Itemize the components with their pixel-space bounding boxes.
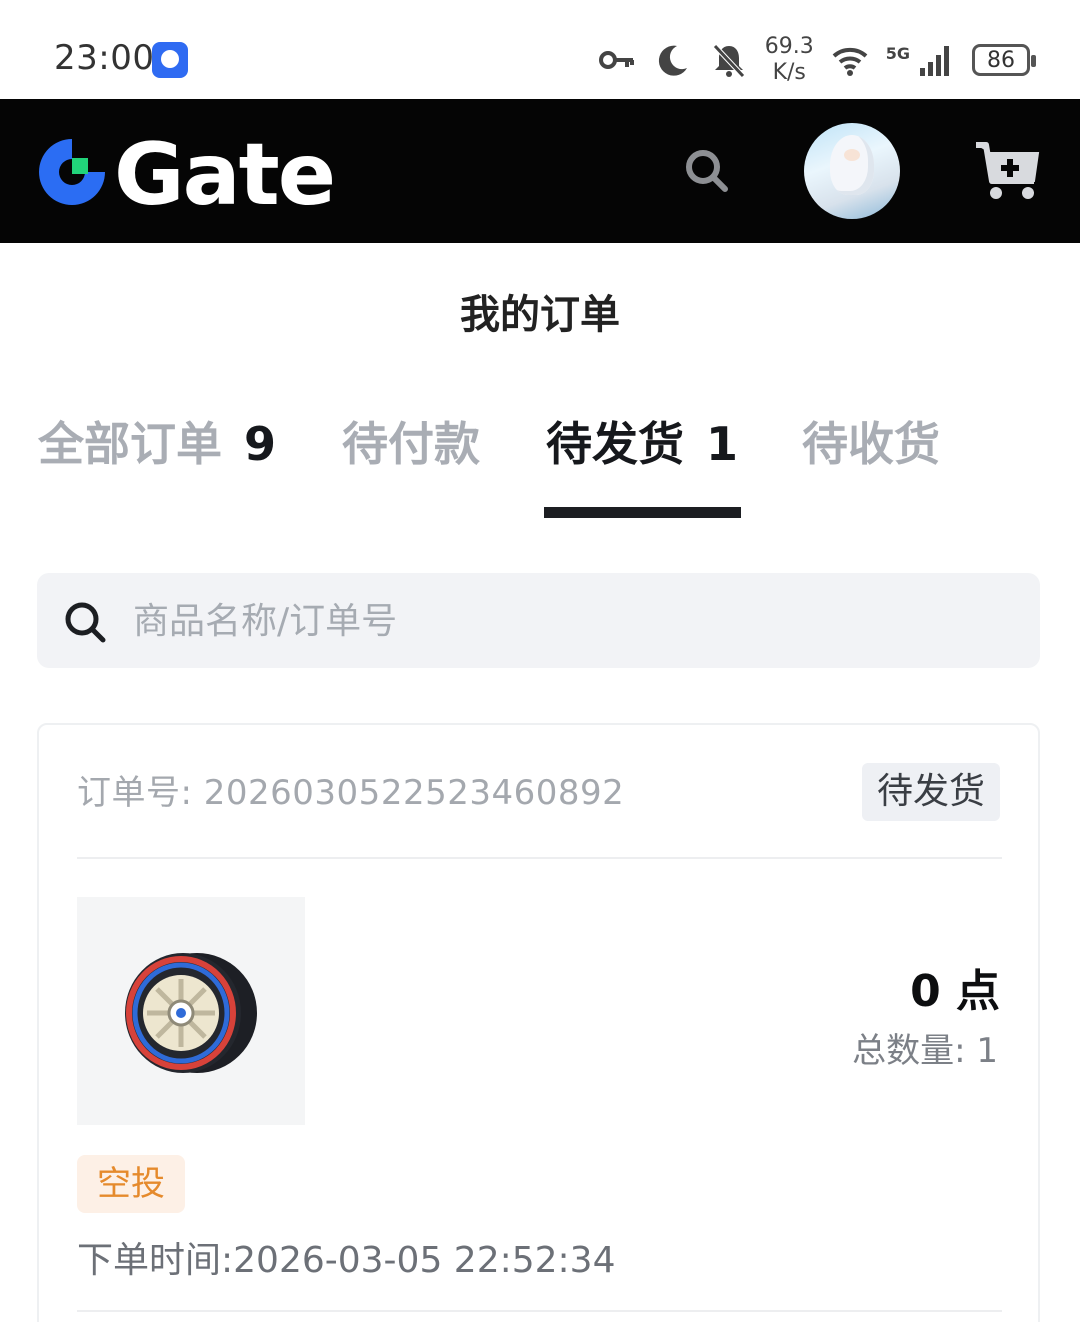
tab-pending-shipment[interactable]: 待发货 1 <box>546 408 738 474</box>
key-icon <box>598 51 634 69</box>
tab-pending-payment-label: 待付款 <box>342 417 480 471</box>
airdrop-tag: 空投 <box>77 1155 185 1213</box>
tab-pending-receipt[interactable]: 待收货 <box>802 408 940 474</box>
tab-pending-shipment-label: 待发货 <box>546 417 684 471</box>
battery-indicator: 86 <box>972 44 1036 76</box>
wifi-icon <box>832 47 868 76</box>
moon-icon <box>658 45 687 76</box>
tab-all-orders-label: 全部订单 <box>38 417 222 471</box>
app-header: Gate <box>0 99 1080 243</box>
card-divider <box>77 857 1002 859</box>
order-card[interactable]: 订单号: 2026030522523460892 待发货 0 点 总数量: 1 … <box>37 723 1040 1322</box>
order-quantity: 总数量: 1 <box>852 1031 998 1071</box>
order-number: 订单号: 2026030522523460892 <box>77 773 625 813</box>
user-avatar[interactable] <box>804 123 900 219</box>
signal-icon <box>920 46 949 76</box>
cart-icon[interactable] <box>974 139 1042 201</box>
card-divider-bottom <box>77 1310 1002 1312</box>
network-speed-unit: K/s <box>772 60 806 85</box>
search-input[interactable] <box>133 589 1013 653</box>
gate-logo-icon[interactable] <box>35 135 109 209</box>
status-icons: 69.3 K/s 5G 86 <box>597 32 1036 88</box>
status-time: 23:00 <box>54 38 155 78</box>
tire-product-image <box>125 953 257 1073</box>
notification-app-icon <box>152 42 188 78</box>
brand-name[interactable]: Gate <box>114 125 336 225</box>
network-speed: 69.3 K/s <box>765 34 814 86</box>
search-icon <box>65 602 106 643</box>
order-search-bar[interactable] <box>37 573 1040 668</box>
status-bar: 23:00 69.3 K/s 5G 86 <box>0 0 1080 99</box>
order-status-badge: 待发货 <box>862 763 1000 821</box>
order-time: 下单时间:2026-03-05 22:52:34 <box>77 1240 616 1281</box>
page-title: 我的订单 <box>460 292 620 338</box>
active-tab-indicator <box>544 507 741 518</box>
product-thumbnail[interactable] <box>77 897 305 1125</box>
network-type: 5G <box>885 43 910 63</box>
tab-all-orders[interactable]: 全部订单 9 <box>38 408 276 474</box>
tab-pending-payment[interactable]: 待付款 <box>342 408 480 474</box>
tab-pending-shipment-count: 1 <box>706 417 739 471</box>
battery-level: 86 <box>987 47 1015 73</box>
bell-off-icon <box>712 44 745 78</box>
tab-pending-receipt-label: 待收货 <box>802 417 940 471</box>
search-icon[interactable] <box>683 147 729 193</box>
network-speed-value: 69.3 <box>764 34 814 59</box>
order-price: 0 点 <box>910 966 1000 1017</box>
tab-all-orders-count: 9 <box>244 417 277 471</box>
